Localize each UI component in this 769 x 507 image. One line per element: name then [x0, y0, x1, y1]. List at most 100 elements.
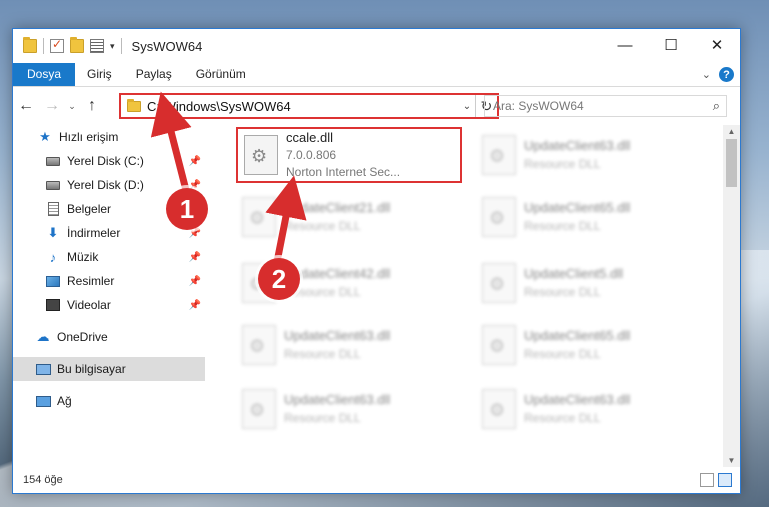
- tab-view[interactable]: Görünüm: [184, 63, 258, 86]
- star-icon: ★: [39, 129, 51, 144]
- network-icon: [35, 395, 51, 407]
- tab-file[interactable]: Dosya: [13, 63, 76, 86]
- sidebar-item-pictures[interactable]: Resimler 📌: [13, 269, 205, 293]
- minimize-button[interactable]: —: [602, 29, 648, 61]
- pin-icon[interactable]: 📌: [189, 156, 201, 167]
- up-button[interactable]: ↑: [79, 97, 105, 115]
- close-button[interactable]: ✕: [694, 29, 740, 61]
- file-type: Resource DLL: [284, 346, 361, 361]
- new-folder-icon[interactable]: [70, 37, 84, 53]
- pin-icon[interactable]: 📌: [189, 252, 201, 263]
- details-view-icon[interactable]: [700, 473, 714, 487]
- sidebar-item-label: Videolar: [67, 298, 111, 312]
- maximize-button[interactable]: ☐: [648, 29, 694, 61]
- address-bar[interactable]: C:\Windows\SysWOW64 ⌄ ↻: [119, 93, 499, 119]
- drive-icon: [46, 156, 60, 166]
- pin-icon[interactable]: 📌: [189, 300, 201, 311]
- dll-file-icon: [482, 325, 516, 365]
- download-icon: ⬇: [47, 225, 59, 240]
- sidebar-item-videos[interactable]: Videolar 📌: [13, 293, 205, 317]
- file-name: UpdateClient63.dll: [524, 392, 631, 408]
- tab-share[interactable]: Paylaş: [124, 63, 184, 86]
- navigation-bar: ← → ⌄ ↑ C:\Windows\SysWOW64 ⌄ ↻ Ara: Sys…: [13, 87, 740, 125]
- vertical-scrollbar[interactable]: ▲ ▼: [723, 125, 740, 467]
- sidebar-item-label: Hızlı erişim: [59, 130, 119, 144]
- search-icon[interactable]: ⌕: [713, 98, 720, 114]
- ribbon-tabs: Dosya Giriş Paylaş Görünüm ⌄ ?: [13, 63, 740, 87]
- file-name: UpdateClient21.dll: [284, 200, 391, 216]
- properties-icon[interactable]: [90, 39, 104, 53]
- documents-icon: [47, 202, 59, 216]
- file-type: Resource DLL: [524, 346, 601, 361]
- scrollbar-thumb[interactable]: [726, 139, 737, 187]
- file-type: Resource DLL: [524, 218, 601, 233]
- sidebar-item-music[interactable]: ♪ Müzik 📌: [13, 245, 205, 269]
- file-tile[interactable]: UpdateClient63.dll Resource DLL: [236, 317, 462, 373]
- file-tile[interactable]: UpdateClient65.dll Resource DLL: [476, 317, 702, 373]
- sidebar-item-label: Yerel Disk (C:): [67, 154, 144, 168]
- sidebar-item-this-pc[interactable]: Bu bilgisayar: [13, 357, 205, 381]
- folder-icon: [127, 98, 141, 112]
- dll-file-icon: [482, 135, 516, 175]
- address-dropdown-icon[interactable]: ⌄: [459, 101, 475, 112]
- computer-icon: [35, 363, 51, 375]
- step-badge-2: 2: [258, 258, 300, 300]
- scroll-up-icon[interactable]: ▲: [723, 127, 740, 136]
- search-input[interactable]: Ara: SysWOW64 ⌕: [484, 95, 727, 117]
- file-tile[interactable]: UpdateClient5.dll Resource DLL: [476, 255, 702, 311]
- video-icon: [46, 299, 60, 311]
- file-type: Resource DLL: [524, 156, 601, 171]
- drive-icon: [46, 180, 60, 190]
- tiles-view-icon[interactable]: [718, 473, 732, 487]
- help-icon[interactable]: ?: [719, 67, 734, 82]
- file-type: Resource DLL: [524, 410, 601, 425]
- dll-file-icon: [482, 389, 516, 429]
- cloud-icon: ☁: [36, 329, 50, 344]
- file-type: Resource DLL: [284, 410, 361, 425]
- file-tile[interactable]: UpdateClient21.dll Resource DLL: [236, 189, 462, 245]
- sidebar-item-quick-access[interactable]: ★ Hızlı erişim: [13, 125, 205, 149]
- forward-button[interactable]: →: [39, 97, 65, 115]
- dll-file-icon: [244, 135, 278, 175]
- back-button[interactable]: ←: [13, 97, 39, 115]
- recent-locations-icon[interactable]: ⌄: [65, 101, 79, 112]
- tab-home[interactable]: Giriş: [75, 63, 124, 86]
- navigation-pane: ★ Hızlı erişim Yerel Disk (C:) 📌 Yerel D…: [13, 125, 205, 467]
- sidebar-item-label: Bu bilgisayar: [57, 362, 126, 376]
- sidebar-item-label: Resimler: [67, 274, 115, 288]
- file-tile[interactable]: UpdateClient63.dll Resource DLL: [476, 381, 702, 437]
- file-list: ccale.dll 7.0.0.806 Norton Internet Sec.…: [218, 125, 724, 467]
- expand-ribbon-icon[interactable]: ⌄: [702, 68, 711, 81]
- file-name: UpdateClient5.dll: [524, 266, 624, 282]
- title-bar: ▾ SysWOW64 — ☐ ✕: [13, 29, 740, 63]
- file-name: ccale.dll: [286, 129, 333, 145]
- dll-file-icon: [482, 197, 516, 237]
- file-version: 7.0.0.806: [286, 148, 337, 163]
- folder-icon: [23, 37, 37, 53]
- sidebar-item-network[interactable]: Ağ: [13, 389, 205, 413]
- sidebar-item-local-disk-c[interactable]: Yerel Disk (C:) 📌: [13, 149, 205, 173]
- file-tile[interactable]: UpdateClient63.dll Resource DLL: [476, 127, 702, 183]
- pin-icon[interactable]: 📌: [189, 276, 201, 287]
- sidebar-item-label: Ağ: [57, 394, 72, 408]
- file-tile-ccale[interactable]: ccale.dll 7.0.0.806 Norton Internet Sec.…: [236, 127, 462, 183]
- file-tile[interactable]: UpdateClient63.dll Resource DLL: [236, 381, 462, 437]
- qat-dropdown-icon[interactable]: ▾: [110, 41, 115, 52]
- address-path[interactable]: C:\Windows\SysWOW64: [147, 99, 459, 114]
- sidebar-item-onedrive[interactable]: ☁ OneDrive: [13, 325, 205, 349]
- file-name: UpdateClient65.dll: [524, 328, 631, 344]
- dll-file-icon: [242, 325, 276, 365]
- pictures-icon: [46, 275, 60, 287]
- step-badge-1: 1: [166, 188, 208, 230]
- window-title: SysWOW64: [131, 38, 203, 54]
- file-type: Resource DLL: [284, 218, 361, 233]
- file-name: UpdateClient63.dll: [284, 392, 391, 408]
- search-placeholder: Ara: SysWOW64: [493, 99, 584, 113]
- sidebar-item-label: Belgeler: [67, 202, 112, 216]
- file-type: Resource DLL: [284, 284, 361, 299]
- file-tile[interactable]: UpdateClient65.dll Resource DLL: [476, 189, 702, 245]
- sidebar-item-label: Müzik: [67, 250, 99, 264]
- properties-check-icon[interactable]: [50, 37, 64, 53]
- item-count: 154 öğe: [23, 474, 63, 486]
- scroll-down-icon[interactable]: ▼: [723, 456, 740, 465]
